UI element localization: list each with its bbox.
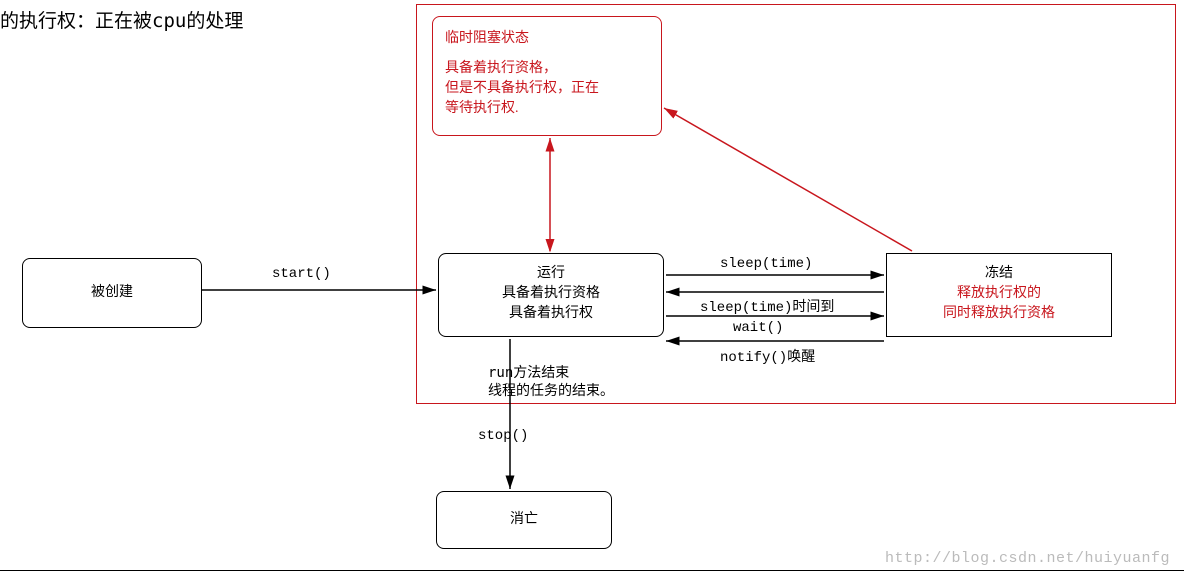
edge-label-sleep: sleep(time): [720, 256, 812, 272]
bottom-divider: [0, 570, 1184, 571]
watermark-text: http://blog.csdn.net/huiyuanfg: [885, 550, 1170, 567]
edge-label-stop: stop(): [478, 428, 528, 444]
dead-title: 消亡: [510, 512, 538, 527]
state-running: 运行 具备着执行资格 具备着执行权: [438, 253, 664, 337]
edge-label-notify: notify()唤醒: [720, 346, 815, 366]
created-title: 被创建: [91, 285, 133, 300]
state-temp-blocked: 临时阻塞状态 具备着执行资格， 但是不具备执行权，正在 等待执行权.: [432, 16, 662, 136]
running-line1: 具备着执行资格: [445, 282, 657, 302]
frozen-title: 冻结: [893, 262, 1105, 282]
state-created: 被创建: [22, 258, 202, 328]
edge-label-run-end-2: 线程的任务的结束。: [488, 380, 614, 400]
temp-block-line1: 具备着执行资格，: [445, 57, 649, 77]
temp-block-line3: 等待执行权.: [445, 97, 649, 117]
running-title: 运行: [445, 262, 657, 282]
edge-label-wait: wait(): [733, 320, 783, 336]
temp-block-line2: 但是不具备执行权，正在: [445, 77, 649, 97]
running-line2: 具备着执行权: [445, 302, 657, 322]
frozen-line2: 同时释放执行资格: [893, 302, 1105, 322]
state-frozen: 冻结 释放执行权的 同时释放执行资格: [886, 253, 1112, 337]
diagram-stage: 的执行权：正在被cpu的处理 临时阻塞状态 具备着执行资格， 但是不具备执行权，…: [0, 0, 1184, 581]
state-dead: 消亡: [436, 491, 612, 549]
title-text: 的执行权：正在被cpu的处理: [0, 6, 243, 33]
edge-label-run-end-1: run方法结束: [488, 362, 569, 382]
edge-label-sleep-done: sleep(time)时间到: [700, 296, 834, 316]
temp-block-title: 临时阻塞状态: [445, 27, 649, 47]
frozen-line1: 释放执行权的: [893, 282, 1105, 302]
edge-label-start: start(): [272, 266, 331, 282]
